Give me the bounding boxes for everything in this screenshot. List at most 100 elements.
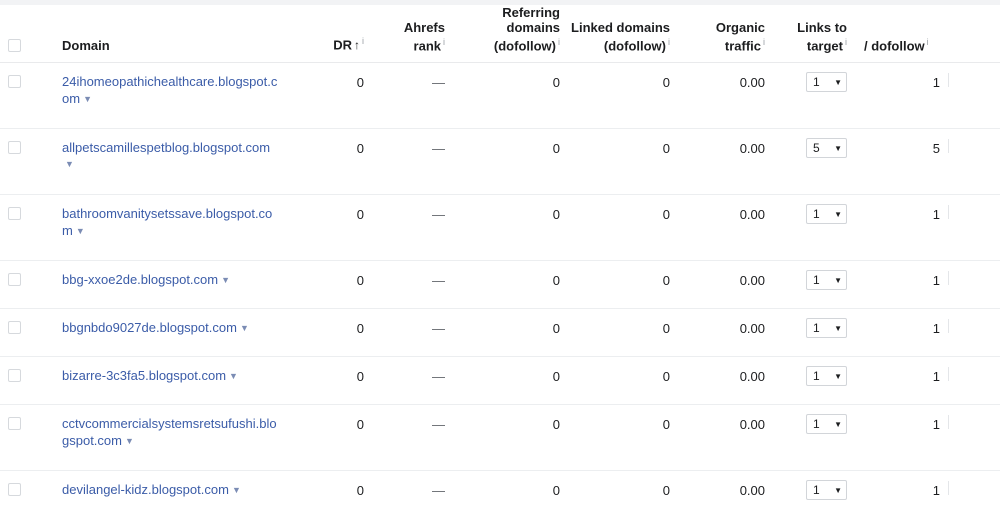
info-icon[interactable]: i — [845, 37, 847, 47]
row-select-cell — [0, 195, 30, 261]
organic-traffic-cell: 0.00 — [678, 357, 773, 405]
column-header-domain-label: Domain — [62, 38, 110, 53]
row-checkbox[interactable] — [8, 141, 21, 154]
row-checkbox[interactable] — [8, 75, 21, 88]
domain-cell: bathroomvanitysetssave.blogspot.com▼ — [30, 195, 285, 261]
dr-cell: 0 — [285, 405, 372, 471]
table-header: Domain DR↑i Ahrefs ranki Referring domai… — [0, 5, 1000, 63]
backlinks-table-page: Domain DR↑i Ahrefs ranki Referring domai… — [0, 0, 1000, 514]
links-to-target-select[interactable]: 1▼ — [806, 204, 847, 224]
organic-traffic-cell: 0.00 — [678, 405, 773, 471]
column-header-organic-traffic-label: Organic traffic — [716, 20, 765, 53]
chevron-down-icon[interactable]: ▼ — [221, 275, 230, 285]
row-select-cell — [0, 357, 30, 405]
referring-domains-cell: 0 — [453, 63, 568, 129]
links-to-target-cell: 1▼ — [773, 309, 855, 357]
links-to-target-value: 1 — [813, 367, 820, 385]
row-checkbox[interactable] — [8, 483, 21, 496]
dofollow-cell: 1 — [855, 309, 940, 357]
column-header-dr[interactable]: DR↑i — [285, 5, 372, 63]
select-all-header-cell — [0, 5, 30, 63]
links-to-target-select[interactable]: 1▼ — [806, 318, 847, 338]
links-to-target-cell: 1▼ — [773, 63, 855, 129]
chevron-down-icon[interactable]: ▼ — [240, 323, 249, 333]
column-divider — [948, 367, 949, 381]
domain-link[interactable]: bathroomvanitysetssave.blogspot.com — [62, 206, 272, 238]
links-to-target-cell: 1▼ — [773, 405, 855, 471]
links-to-target-select[interactable]: 1▼ — [806, 480, 847, 500]
links-to-target-cell: 1▼ — [773, 195, 855, 261]
row-select-cell — [0, 129, 30, 195]
dr-cell: 0 — [285, 261, 372, 309]
referring-domains-table: Domain DR↑i Ahrefs ranki Referring domai… — [0, 5, 1000, 514]
domain-link[interactable]: bbg-xxoe2de.blogspot.com — [62, 272, 218, 287]
info-icon[interactable]: i — [668, 37, 670, 47]
info-icon[interactable]: i — [362, 36, 364, 46]
links-to-target-select[interactable]: 1▼ — [806, 72, 847, 92]
dr-cell: 0 — [285, 129, 372, 195]
column-header-referring-domains[interactable]: Referring domains (dofollow)i — [453, 5, 568, 63]
column-header-domain[interactable]: Domain — [30, 5, 285, 63]
info-icon[interactable]: i — [763, 37, 765, 47]
domain-cell: bbgnbdo9027de.blogspot.com▼ — [30, 309, 285, 357]
chevron-down-icon[interactable]: ▼ — [125, 436, 134, 446]
row-checkbox[interactable] — [8, 273, 21, 286]
domain-link[interactable]: 24ihomeopathichealthcare.blogspot.com — [62, 74, 277, 106]
chevron-down-icon[interactable]: ▼ — [83, 94, 92, 104]
row-select-cell — [0, 471, 30, 514]
row-checkbox[interactable] — [8, 207, 21, 220]
info-icon[interactable]: i — [927, 37, 929, 47]
links-to-target-cell: 5▼ — [773, 129, 855, 195]
chevron-down-icon[interactable]: ▼ — [65, 159, 74, 169]
column-header-linked-domains[interactable]: Linked domains (dofollow)i — [568, 5, 678, 63]
column-header-ahrefs-rank[interactable]: Ahrefs ranki — [372, 5, 453, 63]
referring-domains-cell: 0 — [453, 195, 568, 261]
table-row: bbgnbdo9027de.blogspot.com▼0—000.001▼1 — [0, 309, 1000, 357]
domain-link[interactable]: devilangel-kidz.blogspot.com — [62, 482, 229, 497]
column-header-dofollow-label: / dofollow — [864, 38, 925, 53]
row-checkbox[interactable] — [8, 321, 21, 334]
links-to-target-value: 5 — [813, 139, 820, 157]
row-select-cell — [0, 261, 30, 309]
links-to-target-select[interactable]: 1▼ — [806, 270, 847, 290]
column-header-dofollow[interactable]: / dofollowi — [855, 5, 1000, 63]
row-checkbox[interactable] — [8, 369, 21, 382]
row-checkbox[interactable] — [8, 417, 21, 430]
ahrefs-rank-cell: — — [372, 261, 453, 309]
row-select-cell — [0, 309, 30, 357]
info-icon[interactable]: i — [558, 37, 560, 47]
domain-link[interactable]: bizarre-3c3fa5.blogspot.com — [62, 368, 226, 383]
column-header-links-to-target[interactable]: Links to targeti — [773, 5, 855, 63]
chevron-down-icon: ▼ — [834, 486, 842, 495]
linked-domains-cell: 0 — [568, 309, 678, 357]
links-to-target-select[interactable]: 5▼ — [806, 138, 847, 158]
dofollow-cell: 5 — [855, 129, 940, 195]
dr-cell: 0 — [285, 63, 372, 129]
domain-link[interactable]: cctvcommercialsystemsretsufushi.blogspot… — [62, 416, 277, 448]
domain-cell: devilangel-kidz.blogspot.com▼ — [30, 471, 285, 514]
column-divider — [948, 415, 949, 429]
links-to-target-select[interactable]: 1▼ — [806, 366, 847, 386]
ahrefs-rank-cell: — — [372, 63, 453, 129]
linked-domains-cell: 0 — [568, 195, 678, 261]
chevron-down-icon[interactable]: ▼ — [76, 226, 85, 236]
column-divider — [948, 319, 949, 333]
info-icon[interactable]: i — [443, 37, 445, 47]
header-row: Domain DR↑i Ahrefs ranki Referring domai… — [0, 5, 1000, 63]
linked-domains-cell: 0 — [568, 405, 678, 471]
chevron-down-icon[interactable]: ▼ — [229, 371, 238, 381]
chevron-down-icon[interactable]: ▼ — [232, 485, 241, 495]
domain-cell: allpetscamillespetblog.blogspot.com ▼ — [30, 129, 285, 195]
chevron-down-icon: ▼ — [834, 324, 842, 333]
domain-link[interactable]: allpetscamillespetblog.blogspot.com — [62, 140, 270, 155]
ahrefs-rank-cell: — — [372, 357, 453, 405]
links-to-target-select[interactable]: 1▼ — [806, 414, 847, 434]
links-to-target-value: 1 — [813, 415, 820, 433]
table-row: allpetscamillespetblog.blogspot.com▼0—00… — [0, 129, 1000, 195]
column-header-links-to-target-line2: target — [807, 38, 843, 53]
row-trailing-cell — [940, 471, 1000, 514]
domain-link[interactable]: bbgnbdo9027de.blogspot.com — [62, 320, 237, 335]
column-header-organic-traffic[interactable]: Organic traffici — [678, 5, 773, 63]
ahrefs-rank-cell: — — [372, 405, 453, 471]
select-all-checkbox[interactable] — [8, 39, 21, 52]
